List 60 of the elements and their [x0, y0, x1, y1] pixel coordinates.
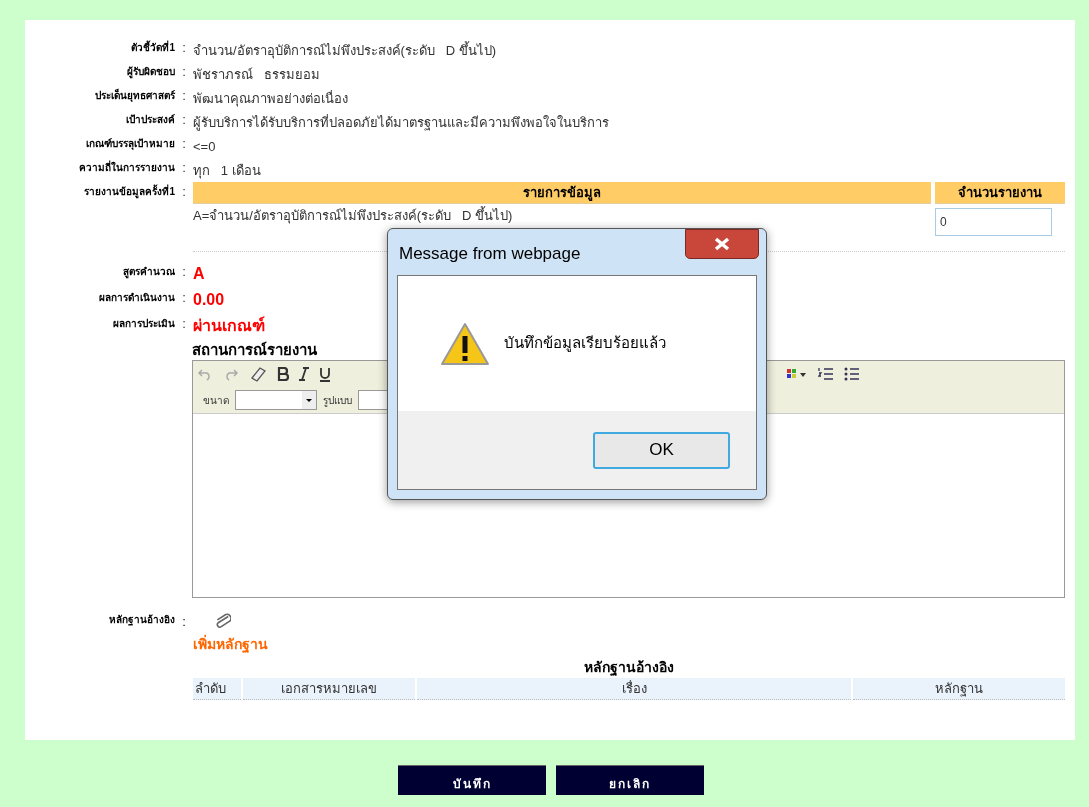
- column-header: เรื่อง: [417, 678, 851, 700]
- colon: :: [181, 87, 187, 105]
- italic-icon[interactable]: [299, 367, 309, 381]
- field-label: ผลการประเมิน: [112, 317, 175, 331]
- close-button[interactable]: [685, 229, 759, 259]
- section-heading: สถานการณ์รายงาน: [192, 340, 317, 360]
- colon: :: [181, 135, 187, 153]
- close-icon: [714, 237, 730, 251]
- result-value: A: [193, 265, 205, 282]
- color-palette-icon[interactable]: [786, 367, 808, 381]
- numbered-list-icon[interactable]: [818, 367, 834, 381]
- column-header: เอกสารหมายเลข: [243, 678, 415, 700]
- field-label: ผู้รับผิดชอบ: [126, 65, 175, 79]
- column-header: รายการข้อมูล: [193, 182, 931, 204]
- field-label: หลักฐานอ้างอิง: [108, 613, 175, 627]
- bold-icon[interactable]: [277, 367, 289, 381]
- field-label: ประเด็นยุทธศาสตร์: [94, 87, 175, 103]
- field-label: รายงานข้อมูลครั้งที่1: [83, 183, 175, 199]
- size-label: ขนาด: [203, 393, 229, 408]
- field-label: สูตรคำนวณ: [122, 265, 175, 279]
- field-label: ความถี่ในการรายงาน: [78, 159, 175, 175]
- ok-button[interactable]: OK: [593, 431, 730, 469]
- field-value: พัฒนาคุณภาพอย่างต่อเนื่อง: [193, 91, 348, 106]
- size-dropdown[interactable]: [235, 390, 317, 410]
- column-header: จำนวนรายงาน: [935, 182, 1065, 204]
- bullet-list-icon[interactable]: [844, 367, 860, 381]
- eraser-icon[interactable]: [249, 366, 267, 382]
- field-label: ตัวชี้วัดที่1: [130, 39, 175, 55]
- dialog-title: Message from webpage: [399, 243, 581, 265]
- colon: :: [181, 289, 187, 307]
- colon: :: [181, 111, 187, 129]
- colon: :: [181, 63, 187, 81]
- field-label: เป้าประสงค์: [125, 113, 175, 127]
- field-value: ผู้รับบริการได้รับบริการที่ปลอดภัยได้มาตรฐานและมีความพึงพอใจในบริการ: [193, 115, 609, 130]
- result-value: 0.00: [193, 291, 225, 308]
- colon: :: [181, 39, 187, 57]
- colon: :: [181, 183, 187, 201]
- colon: :: [181, 159, 187, 177]
- field-value: ทุก 1 เดือน: [193, 163, 261, 178]
- colon: :: [181, 315, 187, 333]
- result-value: ผ่านเกณฑ์: [193, 317, 265, 334]
- data-item: A=จำนวน/อัตราอุบัติการณ์ไม่พึงประสงค์(ระดับ D ขึ้นไป): [193, 208, 513, 224]
- caret-icon: [302, 391, 316, 409]
- field-value: พัชราภรณ์ ธรรมยอม: [193, 67, 320, 82]
- field-value: จำนวน/อัตราอุบัติการณ์ไม่พึงประสงค์(ระดับ D ขึ้นไป): [193, 43, 497, 58]
- style-label: รูปแบบ: [323, 393, 352, 408]
- cancel-button[interactable]: ยกเลิก: [556, 765, 704, 795]
- field-label: ผลการดำเนินงาน: [98, 291, 175, 305]
- table-title: หลักฐานอ้างอิง: [583, 658, 675, 678]
- field-value: <=0: [193, 139, 216, 154]
- save-button[interactable]: บันทึก: [398, 765, 546, 795]
- colon: :: [181, 613, 187, 631]
- colon: :: [181, 263, 187, 281]
- warning-icon: [440, 321, 490, 366]
- count-field[interactable]: 0: [935, 208, 1052, 236]
- field-label: เกณฑ์บรรลุเป้าหมาย: [85, 137, 175, 151]
- underline-icon[interactable]: [319, 366, 331, 382]
- column-header: ลำดับ: [193, 678, 241, 700]
- dialog-message: บันทึกข้อมูลเรียบร้อยแล้ว: [504, 333, 666, 354]
- column-header: หลักฐาน: [853, 678, 1065, 700]
